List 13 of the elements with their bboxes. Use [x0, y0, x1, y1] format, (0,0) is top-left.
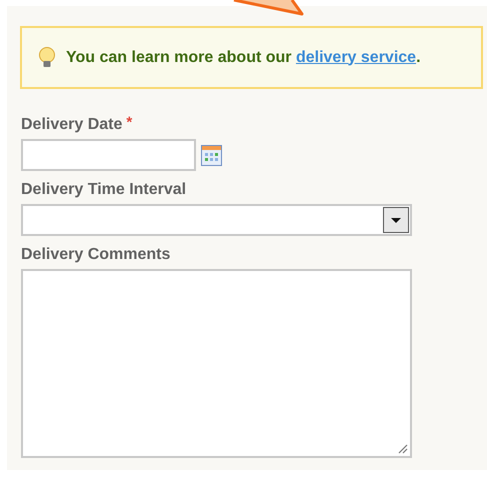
- resize-grip-icon: [398, 444, 408, 454]
- calendar-icon[interactable]: [201, 144, 222, 166]
- delivery-service-link[interactable]: delivery service: [296, 48, 416, 66]
- comments-field[interactable]: [21, 269, 412, 458]
- date-field[interactable]: [21, 139, 196, 171]
- select-field[interactable]: [21, 204, 412, 236]
- lightbulb-icon: [37, 46, 57, 68]
- field-label: Delivery Comments: [21, 245, 170, 265]
- notice-text: You can learn more about our delivery service.: [66, 48, 421, 68]
- required-mark: *: [126, 115, 132, 131]
- caret-icon: [383, 207, 409, 233]
- field-label: Delivery Time Interval: [21, 180, 186, 200]
- field-label: Delivery Date: [21, 115, 122, 135]
